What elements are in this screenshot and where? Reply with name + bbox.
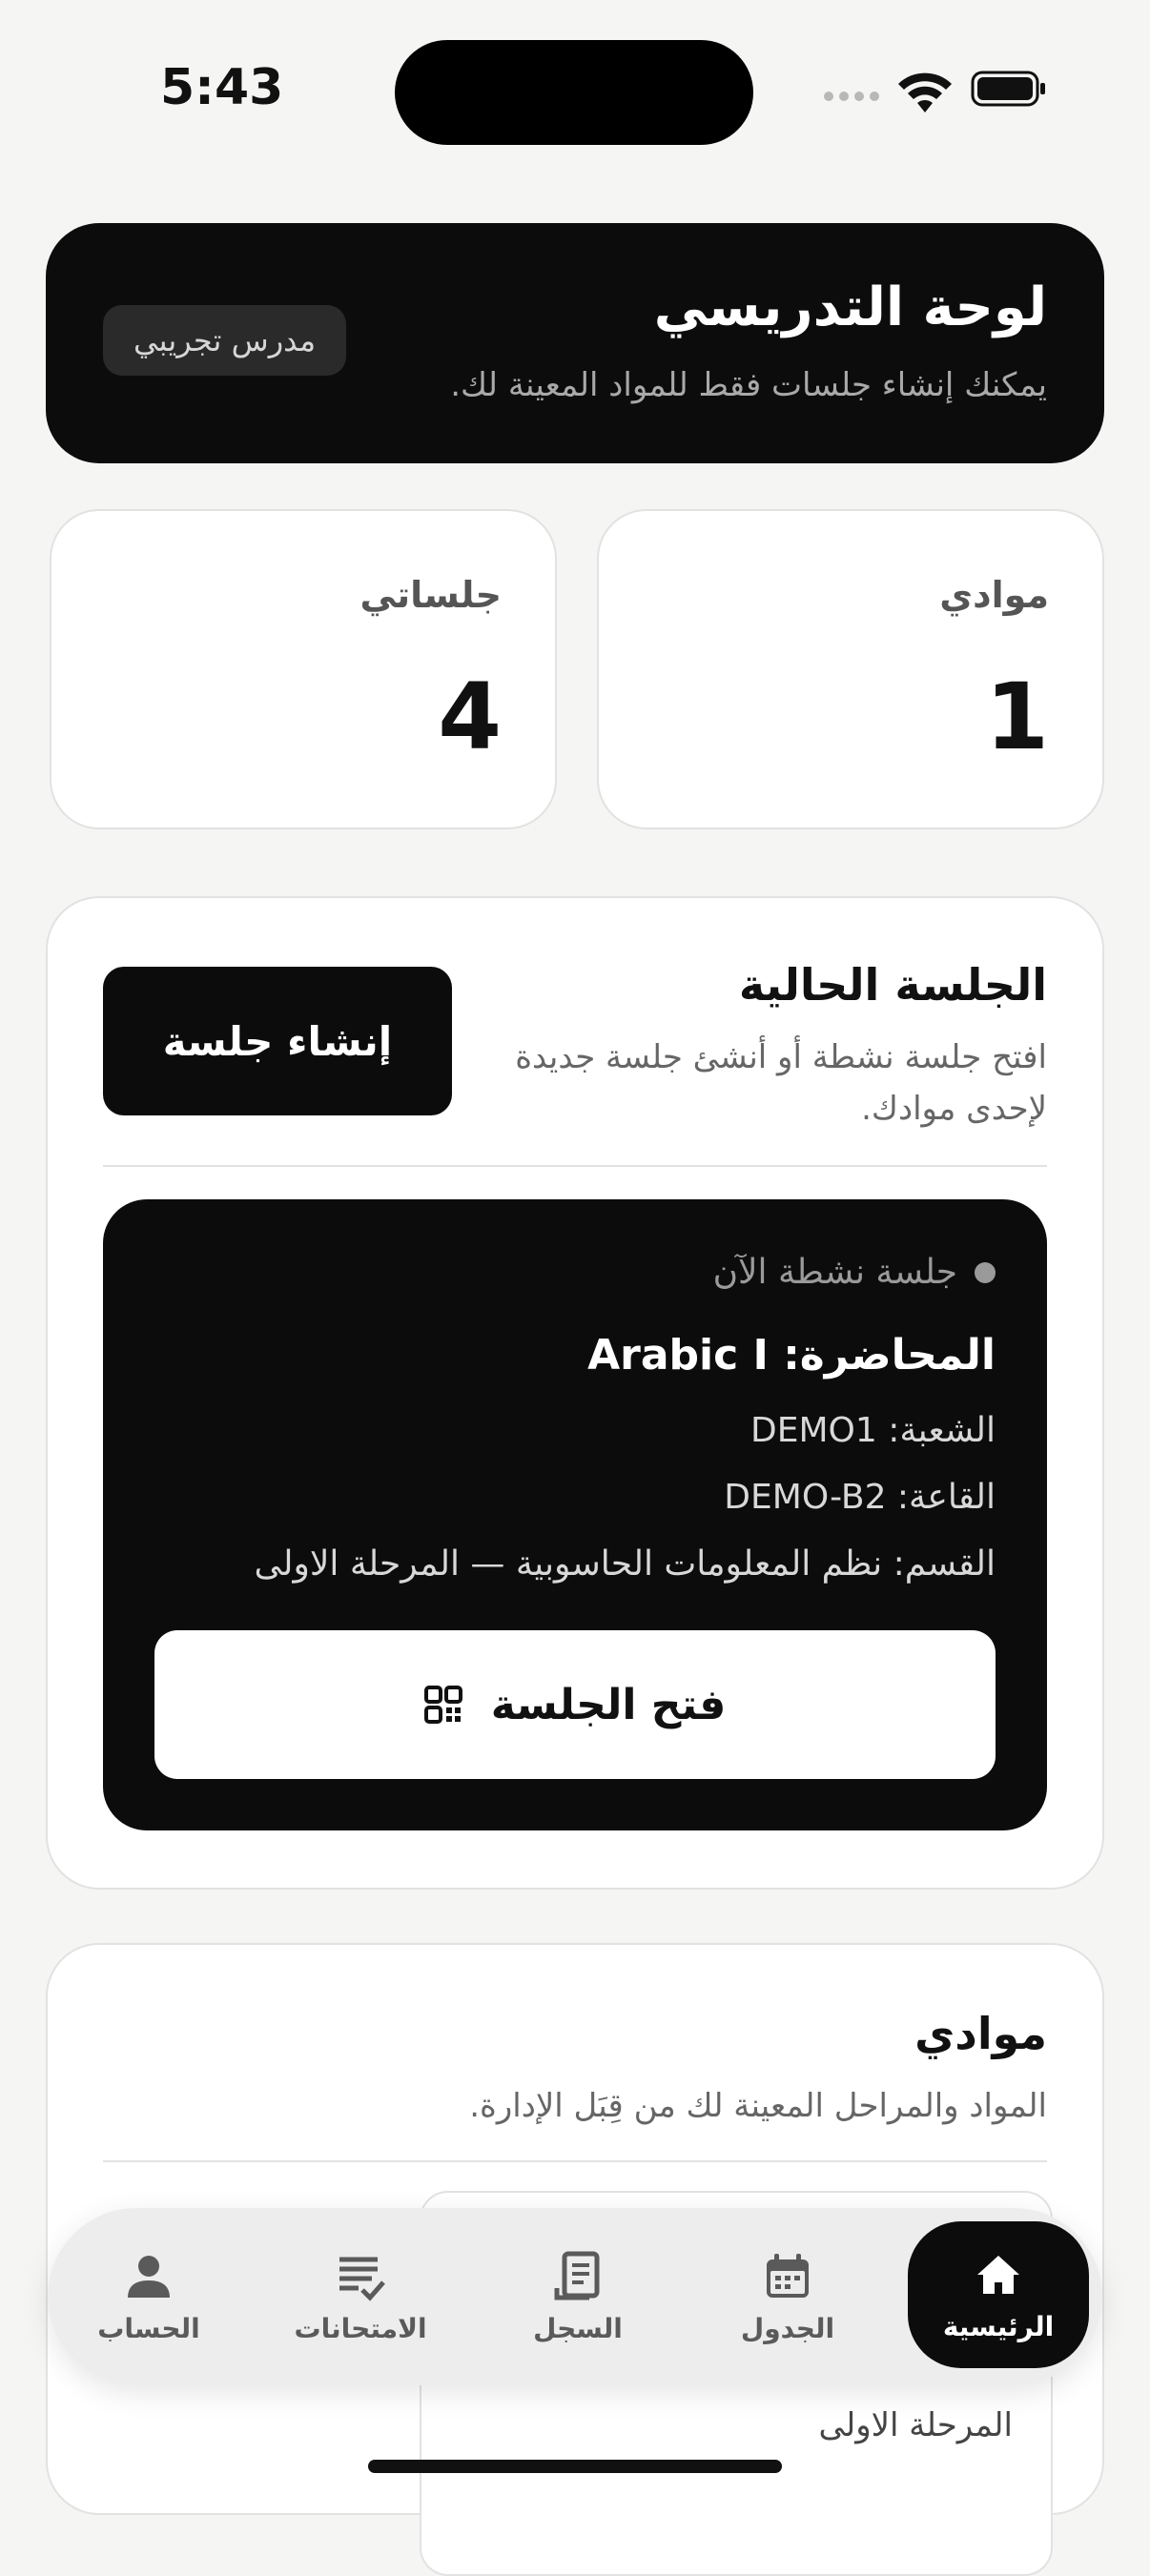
stat-label: جلساتي (359, 574, 502, 616)
stat-label: موادي (939, 574, 1049, 616)
status-bar: 5:43 (0, 0, 1150, 191)
session-status: جلسة نشطة الآن (713, 1253, 996, 1292)
stat-value: 4 (438, 664, 502, 770)
tab-account[interactable]: الحساب (53, 2208, 244, 2385)
section-title: الجلسة الحالية (738, 959, 1047, 1011)
open-session-label: فتح الجلسة (490, 1680, 727, 1729)
receipt-icon (554, 2251, 600, 2300)
stat-card-subjects[interactable]: موادي 1 (597, 509, 1104, 829)
tab-label: الجدول (740, 2312, 835, 2344)
stat-value: 1 (985, 664, 1049, 770)
current-session-card: الجلسة الحالية افتح جلسة نشطة أو أنشئ جل… (46, 896, 1104, 1890)
session-department: القسم: نظم المعلومات الحاسوبية — المرحلة… (254, 1544, 996, 1584)
stat-card-sessions[interactable]: جلساتي 4 (50, 509, 557, 829)
signal-icon (824, 92, 879, 105)
create-session-button[interactable]: إنشاء جلسة (103, 967, 452, 1115)
checklist-icon (339, 2257, 385, 2301)
session-room: القاعة: DEMO-B2 (724, 1478, 996, 1517)
tab-label: السجل (533, 2312, 623, 2344)
battery-icon (971, 71, 1045, 107)
open-session-button[interactable]: فتح الجلسة (154, 1630, 996, 1779)
session-section: الشعبة: DEMO1 (750, 1411, 996, 1450)
tab-label: الامتحانات (294, 2312, 427, 2344)
tab-home[interactable]: الرئيسية (908, 2221, 1089, 2368)
home-indicator[interactable] (368, 2460, 782, 2473)
tab-label: الرئيسية (942, 2310, 1055, 2342)
page-title: لوحة التدريسي (653, 276, 1047, 338)
status-time: 5:43 (160, 59, 284, 116)
tab-exams[interactable]: الامتحانات (265, 2208, 456, 2385)
tab-label: الحساب (97, 2312, 200, 2344)
home-icon (977, 2255, 1019, 2294)
wifi-icon (898, 72, 952, 112)
subject-stage: المرحلة الاولى (818, 2406, 1014, 2444)
person-icon (128, 2255, 170, 2298)
tab-log[interactable]: السجل (483, 2208, 673, 2385)
role-badge: مدرس تجريبي (103, 305, 347, 376)
dashboard-header: لوحة التدريسي يمكنك إنشاء جلسات فقط للمو… (46, 223, 1104, 463)
dynamic-island (395, 40, 753, 145)
tab-bar: الرئيسية الجدول السجل الامتحانات الحساب (48, 2208, 1102, 2385)
section-title: موادي (914, 2008, 1047, 2059)
status-dot-icon (975, 1261, 996, 1283)
session-course: المحاضرة: Arabic I (587, 1331, 996, 1380)
qr-code-icon (423, 1686, 462, 1724)
page-subtitle: يمكنك إنشاء جلسات فقط للمواد المعينة لك. (450, 366, 1047, 404)
section-subtitle: افتح جلسة نشطة أو أنشئ جلسة جديدة (515, 1038, 1047, 1076)
divider (103, 1165, 1047, 1167)
calendar-icon (767, 2253, 809, 2298)
tab-schedule[interactable]: الجدول (692, 2208, 883, 2385)
active-session-card: جلسة نشطة الآن المحاضرة: Arabic I الشعبة… (103, 1199, 1047, 1830)
session-status-text: جلسة نشطة الآن (712, 1253, 957, 1292)
section-subtitle: المواد والمراحل المعينة لك من قِبَل الإد… (469, 2087, 1047, 2125)
divider (103, 2160, 1047, 2162)
section-subtitle-line2: لإحدى موادك. (861, 1090, 1047, 1128)
